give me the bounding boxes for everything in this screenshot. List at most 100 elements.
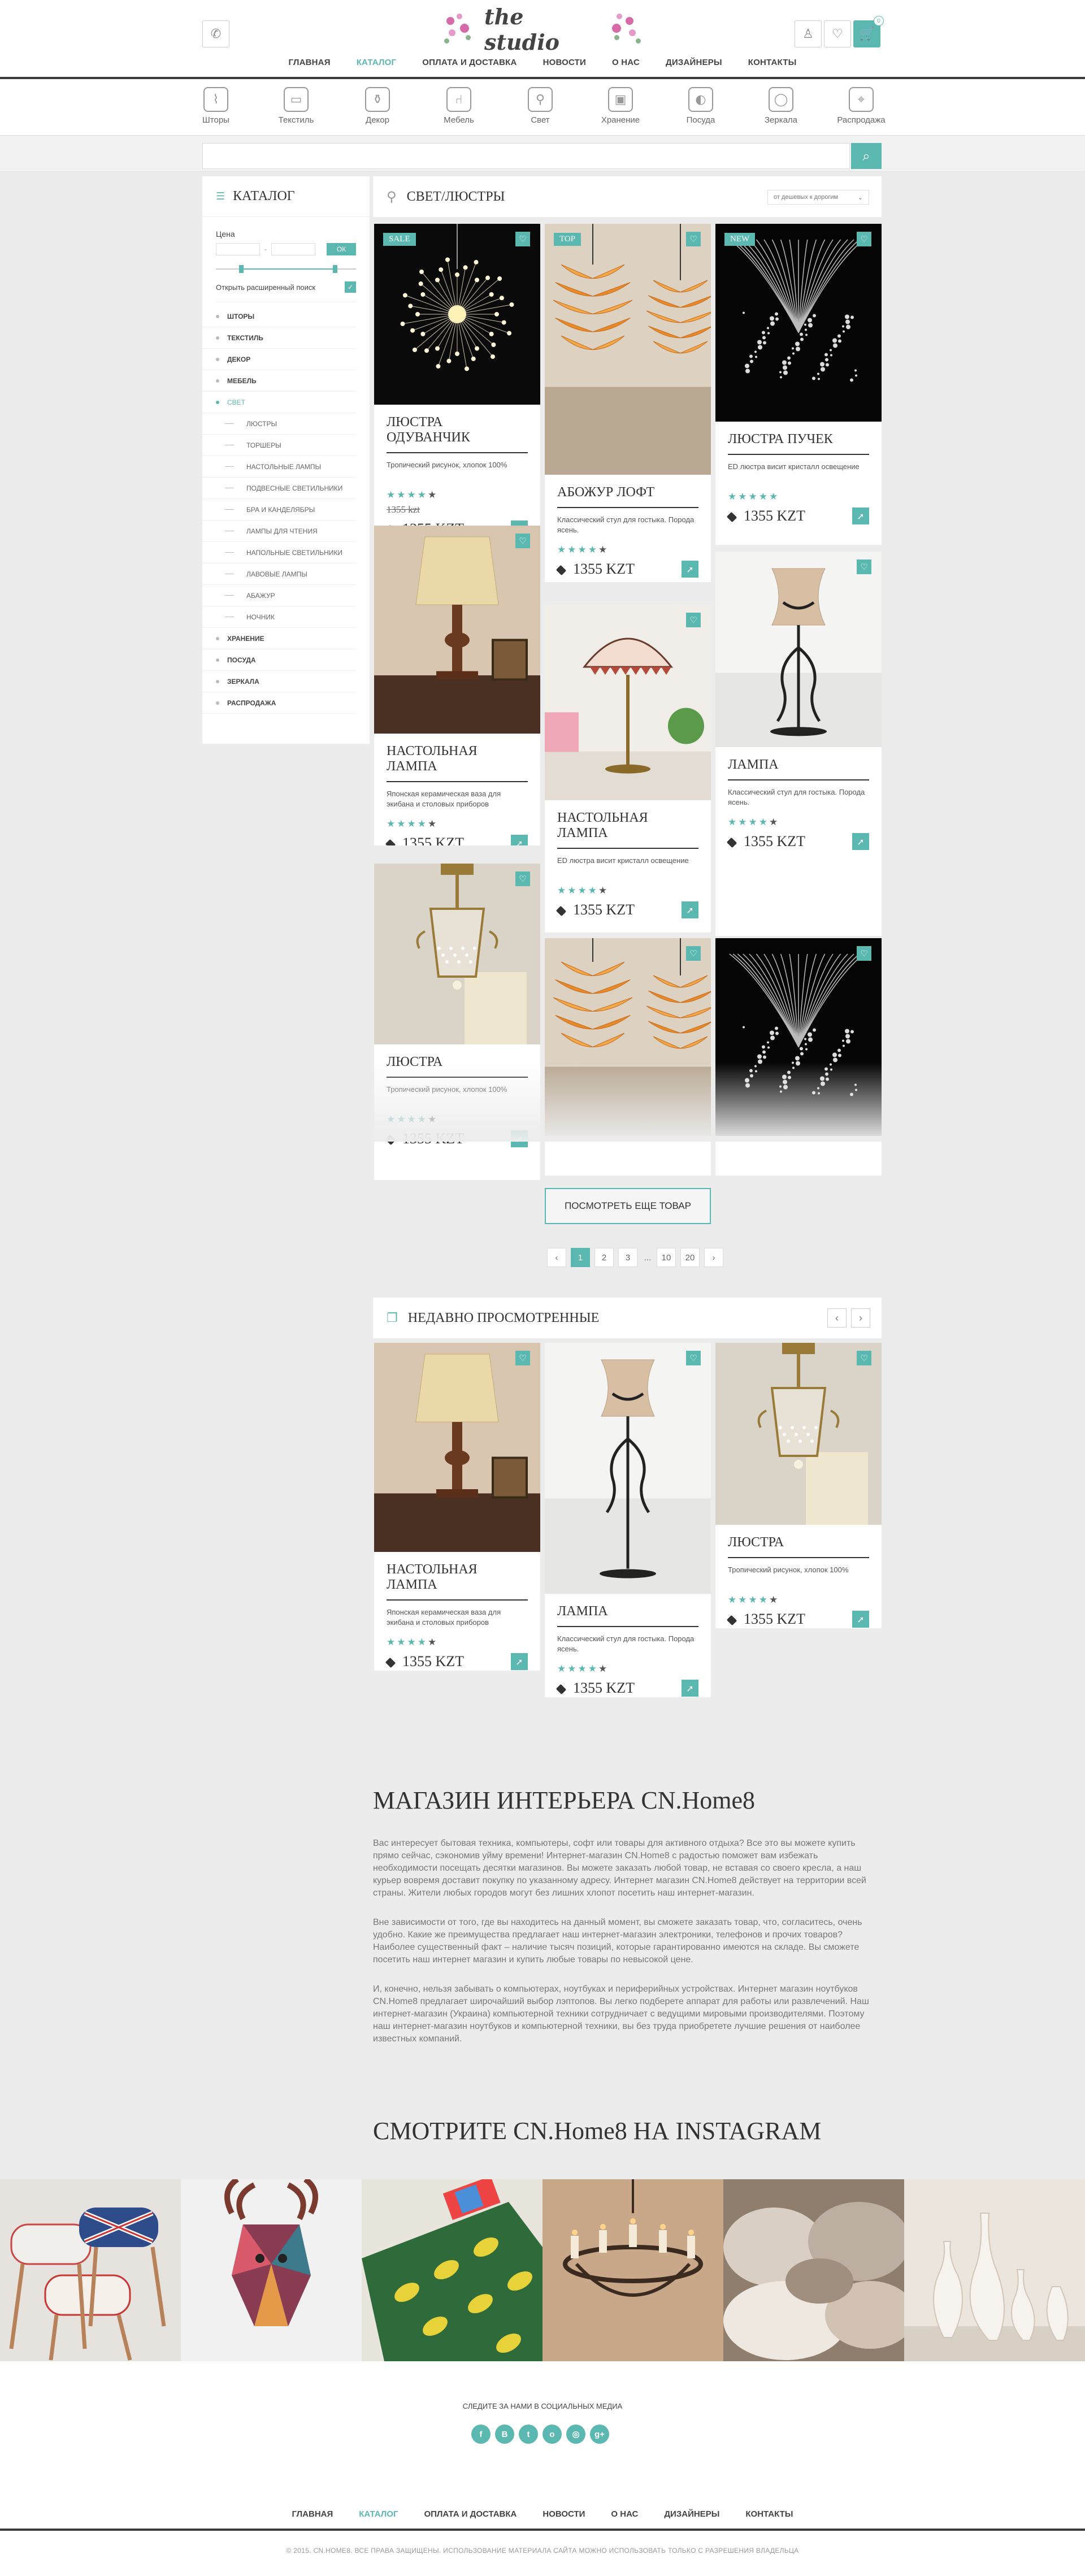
- add-to-cart-button[interactable]: ➚: [511, 835, 528, 845]
- wishlist-heart-icon[interactable]: ♡: [857, 1351, 871, 1365]
- page-button[interactable]: 2: [594, 1248, 614, 1267]
- logo[interactable]: the studio: [441, 4, 644, 55]
- add-to-cart-button[interactable]: ➚: [852, 833, 869, 850]
- add-to-cart-button[interactable]: ➚: [852, 508, 869, 524]
- product-image[interactable]: ♡: [374, 526, 540, 734]
- sidebar-item[interactable]: РАСПРОДАЖА: [202, 692, 356, 714]
- nav-item[interactable]: О НАС: [612, 58, 640, 75]
- footer-nav-item[interactable]: КОНТАКТЫ: [745, 2509, 793, 2519]
- nav-item[interactable]: ГЛАВНАЯ: [289, 58, 331, 75]
- wishlist-heart-icon[interactable]: ♡: [515, 534, 530, 548]
- product-title[interactable]: ЛЮСТРА ПУЧЕК: [728, 432, 869, 455]
- sidebar-item[interactable]: ЛАВОВЫЕ ЛАМПЫ: [202, 563, 356, 585]
- product-card[interactable]: TOP ♡ АБОЖУР ЛОФТ Классический стул для гос…: [545, 224, 711, 582]
- googleplus-icon[interactable]: g+: [590, 2425, 609, 2444]
- product-image[interactable]: ♡: [545, 605, 711, 800]
- category-box[interactable]: ▣ Хранение: [592, 87, 649, 125]
- nav-item[interactable]: КОНТАКТЫ: [748, 58, 797, 75]
- sidebar-item[interactable]: ДЕКОР: [202, 349, 356, 370]
- page-button[interactable]: 1: [571, 1248, 590, 1267]
- price-max-input[interactable]: [271, 243, 315, 255]
- page-button[interactable]: 20: [680, 1248, 700, 1267]
- sidebar-item[interactable]: ПОСУДА: [202, 649, 356, 671]
- wishlist-heart-icon[interactable]: ♡: [686, 1351, 701, 1365]
- sidebar-item[interactable]: ЛЮСТРЫ: [202, 413, 356, 435]
- instagram-photo[interactable]: [181, 2179, 362, 2361]
- sidebar-item[interactable]: ЗЕРКАЛА: [202, 671, 356, 692]
- product-title[interactable]: АБОЖУР ЛОФТ: [557, 485, 698, 508]
- product-title[interactable]: ЛАМПА: [728, 757, 869, 780]
- sidebar-item[interactable]: МЕБЕЛЬ: [202, 370, 356, 392]
- sidebar-item[interactable]: ТЕКСТИЛЬ: [202, 327, 356, 349]
- twitter-icon[interactable]: t: [519, 2425, 538, 2444]
- price-slider-max-handle[interactable]: [332, 265, 337, 273]
- product-title[interactable]: ЛЮСТРА: [728, 1535, 869, 1558]
- product-card[interactable]: NEW ♡ ЛЮСТРА ПУЧЕК ED люстра висит кристалл…: [715, 224, 882, 545]
- product-image[interactable]: NEW ♡: [715, 224, 882, 422]
- product-image[interactable]: ♡: [374, 864, 540, 1044]
- category-pillow[interactable]: ▭ Текстиль: [268, 87, 324, 125]
- footer-nav-item[interactable]: ДИЗАЙНЕРЫ: [664, 2509, 719, 2519]
- footer-nav-item[interactable]: КАТАЛОГ: [359, 2509, 398, 2519]
- product-image[interactable]: ♡: [715, 1343, 882, 1525]
- phone-icon[interactable]: ✆: [202, 20, 229, 47]
- recent-next-button[interactable]: ›: [851, 1308, 870, 1328]
- instagram-photo[interactable]: [904, 2179, 1085, 2361]
- recent-prev-button[interactable]: ‹: [827, 1308, 847, 1328]
- product-title[interactable]: ЛАМПА: [557, 1604, 698, 1627]
- product-card[interactable]: ♡ ЛАМПА Классический стул для гостыка. Пор…: [545, 1343, 711, 1697]
- product-title[interactable]: ЛЮСТРА ОДУВАНЧИК: [387, 415, 528, 453]
- nav-item[interactable]: НОВОСТИ: [543, 58, 586, 75]
- search-button[interactable]: ⌕: [851, 143, 882, 169]
- product-image[interactable]: ♡: [374, 1343, 540, 1552]
- sidebar-item[interactable]: ШТОРЫ: [202, 306, 356, 327]
- price-min-input[interactable]: [216, 243, 260, 255]
- product-card[interactable]: ♡ НАСТОЛЬНАЯ ЛАМПА Японская керамическая в…: [374, 1343, 540, 1671]
- footer-nav-item[interactable]: ОПЛАТА И ДОСТАВКА: [424, 2509, 517, 2519]
- product-title[interactable]: НАСТОЛЬНАЯ ЛАМПА: [557, 810, 698, 849]
- odnoklassniki-icon[interactable]: о: [542, 2425, 562, 2444]
- sidebar-item[interactable]: НАСТОЛЬНЫЕ ЛАМПЫ: [202, 456, 356, 478]
- product-card[interactable]: ♡ НАСТОЛЬНАЯ ЛАМПА Японская керамическая в…: [374, 526, 540, 845]
- add-to-cart-button[interactable]: ➚: [511, 1653, 528, 1670]
- product-card[interactable]: SALE ♡ ЛЮСТРА ОДУВАНЧИК Тропический рисунок…: [374, 224, 540, 536]
- user-icon[interactable]: ♙: [795, 20, 822, 47]
- wishlist-heart-icon[interactable]: ♡: [857, 560, 871, 574]
- sidebar-item[interactable]: ПОДВЕСНЫЕ СВЕТИЛЬНИКИ: [202, 478, 356, 499]
- sidebar-item[interactable]: ЛАМПЫ ДЛЯ ЧТЕНИЯ: [202, 521, 356, 542]
- add-to-cart-button[interactable]: ➚: [682, 1680, 698, 1697]
- nav-item[interactable]: КАТАЛОГ: [357, 58, 397, 75]
- instagram-photo[interactable]: [723, 2179, 904, 2361]
- category-curtain[interactable]: ⌇ Шторы: [188, 87, 244, 125]
- page-button[interactable]: 3: [618, 1248, 637, 1267]
- price-ok-button[interactable]: ОК: [327, 243, 356, 255]
- facebook-icon[interactable]: f: [471, 2425, 491, 2444]
- footer-nav-item[interactable]: НОВОСТИ: [542, 2509, 585, 2519]
- instagram-icon[interactable]: ◎: [566, 2425, 585, 2444]
- product-image[interactable]: ♡: [715, 552, 882, 747]
- wishlist-heart-icon[interactable]: ♡: [686, 946, 701, 961]
- sidebar-item[interactable]: СВЕТ: [202, 392, 356, 413]
- prev-page-button[interactable]: ‹: [547, 1248, 566, 1267]
- category-vase[interactable]: ⚱ Декор: [349, 87, 406, 125]
- product-title[interactable]: НАСТОЛЬНАЯ ЛАМПА: [387, 1562, 528, 1601]
- wishlist-heart-icon[interactable]: ♡: [515, 1351, 530, 1365]
- product-title[interactable]: НАСТОЛЬНАЯ ЛАМПА: [387, 744, 528, 782]
- wishlist-heart-icon[interactable]: ♡: [686, 613, 701, 627]
- page-button[interactable]: 10: [657, 1248, 676, 1267]
- product-card[interactable]: ♡ НАСТОЛЬНАЯ ЛАМПА ED люстра висит кристал…: [545, 605, 711, 933]
- wishlist-heart-icon[interactable]: ♡: [857, 946, 871, 961]
- category-plate[interactable]: ◐ Посуда: [672, 87, 729, 125]
- next-page-button[interactable]: ›: [704, 1248, 723, 1267]
- sidebar-item[interactable]: НОЧНИК: [202, 606, 356, 628]
- wishlist-heart-icon[interactable]: ♡: [857, 232, 871, 246]
- checkbox-checked-icon[interactable]: ✓: [345, 281, 356, 293]
- sidebar-item[interactable]: НАПОЛЬНЫЕ СВЕТИЛЬНИКИ: [202, 542, 356, 563]
- add-to-cart-button[interactable]: ➚: [682, 561, 698, 578]
- price-slider[interactable]: [216, 262, 356, 276]
- footer-nav-item[interactable]: ГЛАВНАЯ: [292, 2509, 333, 2519]
- instagram-photo[interactable]: [362, 2179, 542, 2361]
- wishlist-heart-icon[interactable]: ♡: [824, 20, 851, 47]
- wishlist-heart-icon[interactable]: ♡: [515, 871, 530, 886]
- product-card[interactable]: ♡ ЛАМПА Классический стул для гостыка. Пор…: [715, 552, 882, 936]
